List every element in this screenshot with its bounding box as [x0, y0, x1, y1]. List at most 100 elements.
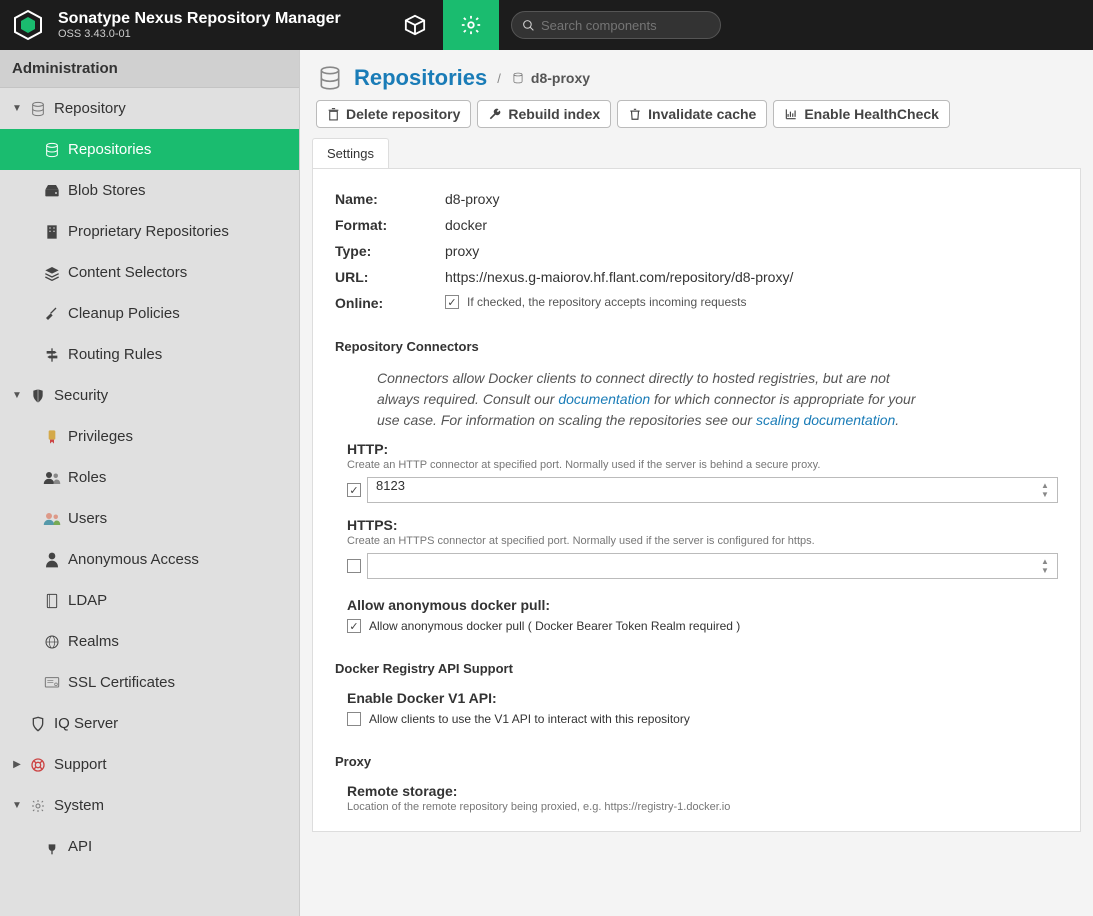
- sidebar-item-proprietary[interactable]: Proprietary Repositories: [0, 211, 299, 252]
- sidebar-node-security[interactable]: ▼ Security: [0, 375, 299, 416]
- building-icon: [42, 224, 62, 240]
- tab-bar: Settings: [300, 138, 1093, 168]
- tab-settings[interactable]: Settings: [312, 138, 389, 168]
- sidebar-item-anonymous[interactable]: Anonymous Access: [0, 539, 299, 580]
- enable-healthcheck-button[interactable]: Enable HealthCheck: [773, 100, 950, 128]
- sidebar-item-label: Routing Rules: [68, 346, 162, 363]
- search-input[interactable]: [541, 18, 701, 33]
- value-url: https://nexus.g-maiorov.hf.flant.com/rep…: [445, 269, 1058, 285]
- spinner-icon[interactable]: ▲▼: [1041, 556, 1055, 576]
- sidebar-node-support[interactable]: ▶ Support: [0, 744, 299, 785]
- sidebar-node-iq[interactable]: IQ Server: [0, 703, 299, 744]
- sidebar-item-label: Repositories: [68, 141, 151, 158]
- enable-v1-checkbox[interactable]: [347, 712, 361, 726]
- sidebar-item-content-selectors[interactable]: Content Selectors: [0, 252, 299, 293]
- breadcrumb-leaf-wrap: d8-proxy: [511, 70, 590, 86]
- sidebar-node-repository[interactable]: ▼ Repository: [0, 88, 299, 129]
- sidebar-item-cleanup[interactable]: Cleanup Policies: [0, 293, 299, 334]
- sidebar-item-ssl[interactable]: SSL Certificates: [0, 662, 299, 703]
- search-box[interactable]: [511, 11, 721, 39]
- sidebar-item-label: Users: [68, 510, 107, 527]
- online-checkbox[interactable]: ✓: [445, 295, 459, 309]
- content-area: Repositories / d8-proxy Delete repositor…: [300, 50, 1093, 916]
- sidebar-item-label: LDAP: [68, 592, 107, 609]
- sidebar-item-label: Realms: [68, 633, 119, 650]
- note-text-c: .: [895, 412, 899, 428]
- documentation-link[interactable]: documentation: [558, 391, 650, 407]
- http-enabled-checkbox[interactable]: ✓: [347, 483, 361, 497]
- badge-icon: [42, 429, 62, 445]
- book-icon: [42, 593, 62, 609]
- sidebar-item-ldap[interactable]: LDAP: [0, 580, 299, 621]
- label-type: Type:: [335, 243, 445, 259]
- label-format: Format:: [335, 217, 445, 233]
- sidebar-item-routing[interactable]: Routing Rules: [0, 334, 299, 375]
- sidebar-item-label: Proprietary Repositories: [68, 223, 229, 240]
- sidebar-item-blob-stores[interactable]: Blob Stores: [0, 170, 299, 211]
- breadcrumb-leaf: d8-proxy: [531, 70, 590, 86]
- http-port-input[interactable]: 8123▲▼: [367, 477, 1058, 503]
- anon-pull-hint: Allow anonymous docker pull ( Docker Bea…: [369, 619, 740, 633]
- sidebar-item-realms[interactable]: Realms: [0, 621, 299, 662]
- sidebar-label: Support: [54, 756, 107, 773]
- sidebar-label: Repository: [54, 100, 126, 117]
- http-hint: Create an HTTP connector at specified po…: [347, 459, 1058, 471]
- button-label: Enable HealthCheck: [804, 106, 939, 122]
- value-type: proxy: [445, 243, 1058, 259]
- spinner-icon[interactable]: ▲▼: [1041, 480, 1055, 500]
- sidebar-item-repositories[interactable]: Repositories: [0, 129, 299, 170]
- sidebar: Administration ▼ Repository Repositories…: [0, 50, 300, 916]
- remote-storage-hint: Location of the remote repository being …: [347, 801, 1058, 813]
- action-bar: Delete repository Rebuild index Invalida…: [300, 100, 1093, 138]
- repo-small-icon: [511, 71, 525, 85]
- admin-gear-button[interactable]: [443, 0, 499, 50]
- broom-icon: [42, 306, 62, 322]
- invalidate-cache-button[interactable]: Invalidate cache: [617, 100, 767, 128]
- users-color-icon: [42, 512, 62, 526]
- search-wrap: [511, 11, 721, 39]
- sidebar-item-label: Anonymous Access: [68, 551, 199, 568]
- sidebar-item-users[interactable]: Users: [0, 498, 299, 539]
- sidebar-item-label: Blob Stores: [68, 182, 146, 199]
- nexus-logo-icon: [8, 5, 48, 45]
- chart-icon: [784, 107, 798, 121]
- caret-down-icon: ▼: [10, 390, 24, 401]
- layers-icon: [42, 265, 62, 281]
- search-icon: [522, 19, 535, 32]
- users-icon: [42, 471, 62, 485]
- sidebar-item-label: SSL Certificates: [68, 674, 175, 691]
- section-proxy: Proxy: [335, 754, 1058, 769]
- scaling-documentation-link[interactable]: scaling documentation: [756, 412, 895, 428]
- trash-icon: [327, 107, 340, 121]
- signpost-icon: [42, 347, 62, 363]
- button-label: Rebuild index: [508, 106, 600, 122]
- anon-pull-checkbox[interactable]: ✓: [347, 619, 361, 633]
- label-anon-pull: Allow anonymous docker pull:: [347, 597, 1058, 613]
- sidebar-item-privileges[interactable]: Privileges: [0, 416, 299, 457]
- life-ring-icon: [28, 757, 48, 773]
- sidebar-item-api[interactable]: API: [0, 826, 299, 867]
- browse-button[interactable]: [387, 0, 443, 50]
- sidebar-item-roles[interactable]: Roles: [0, 457, 299, 498]
- value-name: d8-proxy: [445, 191, 1058, 207]
- shield-icon: [28, 388, 48, 404]
- enable-v1-hint: Allow clients to use the V1 API to inter…: [369, 712, 690, 726]
- delete-repository-button[interactable]: Delete repository: [316, 100, 471, 128]
- sidebar-item-label: Content Selectors: [68, 264, 187, 281]
- sidebar-label: System: [54, 797, 104, 814]
- https-enabled-checkbox[interactable]: [347, 559, 361, 573]
- sidebar-item-label: API: [68, 838, 92, 855]
- user-icon: [42, 552, 62, 568]
- rebuild-index-button[interactable]: Rebuild index: [477, 100, 611, 128]
- breadcrumb-root[interactable]: Repositories: [354, 65, 487, 91]
- label-online: Online:: [335, 295, 445, 311]
- sidebar-node-system[interactable]: ▼ System: [0, 785, 299, 826]
- sidebar-item-label: Roles: [68, 469, 106, 486]
- product-title: Sonatype Nexus Repository Manager: [58, 10, 341, 28]
- brand-block: Sonatype Nexus Repository Manager OSS 3.…: [58, 10, 341, 40]
- caret-right-icon: ▶: [10, 759, 24, 770]
- label-url: URL:: [335, 269, 445, 285]
- settings-panel: Name:d8-proxy Format:docker Type:proxy U…: [312, 168, 1081, 832]
- label-enable-v1: Enable Docker V1 API:: [347, 690, 1058, 706]
- https-port-input[interactable]: ▲▼: [367, 553, 1058, 579]
